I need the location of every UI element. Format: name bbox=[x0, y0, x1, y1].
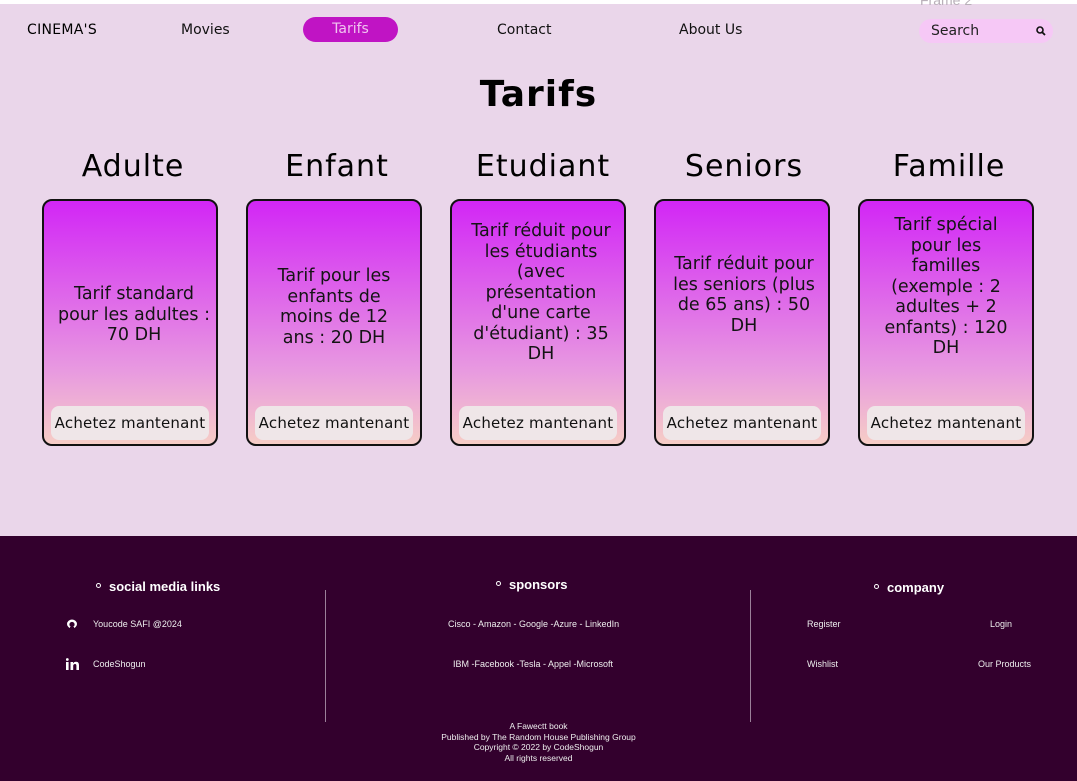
plan-description: Tarif réduit pour les étudiants (avec pr… bbox=[471, 221, 611, 364]
buy-button[interactable]: Achetez mantenant bbox=[255, 406, 413, 440]
social-heading-label: social media links bbox=[109, 579, 221, 594]
plan-title-etudiant: Etudiant bbox=[475, 149, 611, 184]
plan-title-famille: Famille bbox=[892, 149, 1006, 184]
nav-link-tarifs[interactable]: Tarifs bbox=[303, 17, 398, 42]
plan-description: Tarif standard pour les adultes : 70 DH bbox=[58, 284, 210, 345]
sponsors-line: IBM -Facebook -Tesla - Appel -Microsoft bbox=[453, 659, 614, 669]
nav-link-movies[interactable]: Movies bbox=[181, 22, 230, 38]
plan-title-seniors: Seniors bbox=[684, 149, 804, 184]
footer-link-wishlist[interactable]: Wishlist bbox=[807, 659, 838, 669]
social-link-label[interactable]: CodeShogun bbox=[93, 659, 146, 669]
page-title: Tarifs bbox=[479, 74, 598, 115]
copyright-line: All rights reserved bbox=[504, 752, 573, 763]
sponsors-heading: sponsors bbox=[496, 577, 568, 592]
plan-description: Tarif pour les enfants de moins de 12 an… bbox=[277, 266, 391, 348]
plan-description: Tarif réduit pour les seniors (plus de 6… bbox=[673, 254, 815, 336]
footer-divider bbox=[325, 590, 326, 722]
plan-title-enfant: Enfant bbox=[285, 149, 389, 184]
copyright-line: Published by The Random House Publishing… bbox=[441, 731, 636, 742]
linkedin-icon[interactable] bbox=[66, 658, 82, 670]
github-icon[interactable] bbox=[64, 618, 80, 630]
buy-button[interactable]: Achetez mantenant bbox=[459, 406, 617, 440]
company-heading: company bbox=[874, 580, 944, 595]
sponsors-heading-label: sponsors bbox=[509, 577, 568, 592]
copyright-line: Copyright © 2022 by CodeShogun bbox=[473, 742, 604, 752]
nav-link-contact[interactable]: Contact bbox=[497, 22, 551, 38]
footer-link-login[interactable]: Login bbox=[990, 619, 1012, 629]
footer-link-register[interactable]: Register bbox=[807, 619, 841, 629]
search-icon[interactable] bbox=[1035, 25, 1047, 37]
plan-card-seniors: Tarif réduit pour les seniors (plus de 6… bbox=[654, 199, 830, 446]
plan-description: Tarif spécial pour les familles (exemple… bbox=[884, 215, 1008, 358]
copyright-block: A Fawectt book Published by The Random H… bbox=[0, 721, 1077, 763]
footer-link-our-products[interactable]: Our Products bbox=[978, 659, 1031, 669]
plan-card-enfant: Tarif pour les enfants de moins de 12 an… bbox=[246, 199, 422, 446]
buy-button[interactable]: Achetez mantenant bbox=[51, 406, 209, 440]
plan-card-etudiant: Tarif réduit pour les étudiants (avec pr… bbox=[450, 199, 626, 446]
sponsors-line: Cisco - Amazon - Google -Azure - LinkedI… bbox=[448, 619, 620, 629]
footer: social media links Youcode SAFI @2024 Co… bbox=[0, 536, 1077, 781]
brand-logo[interactable]: CINEMA'S bbox=[27, 22, 97, 38]
footer-divider bbox=[750, 590, 751, 722]
bullet-icon bbox=[496, 581, 501, 587]
plan-card-adulte: Tarif standard pour les adultes : 70 DH … bbox=[42, 199, 218, 446]
top-nav: CINEMA'S Movies Tarifs Contact About Us … bbox=[0, 4, 1077, 56]
bullet-icon bbox=[874, 584, 879, 590]
company-heading-label: company bbox=[887, 580, 945, 595]
social-heading: social media links bbox=[96, 579, 220, 594]
social-link-label[interactable]: Youcode SAFI @2024 bbox=[93, 619, 182, 629]
copyright-line: A Fawectt book bbox=[509, 721, 568, 731]
search-input[interactable]: Search bbox=[919, 19, 1053, 43]
bullet-icon bbox=[96, 583, 101, 589]
plan-title-adulte: Adulte bbox=[81, 149, 185, 184]
buy-button[interactable]: Achetez mantenant bbox=[867, 406, 1025, 440]
plan-card-famille: Tarif spécial pour les familles (exemple… bbox=[858, 199, 1034, 446]
search-placeholder: Search bbox=[931, 23, 980, 39]
buy-button[interactable]: Achetez mantenant bbox=[663, 406, 821, 440]
nav-link-about[interactable]: About Us bbox=[679, 22, 742, 38]
